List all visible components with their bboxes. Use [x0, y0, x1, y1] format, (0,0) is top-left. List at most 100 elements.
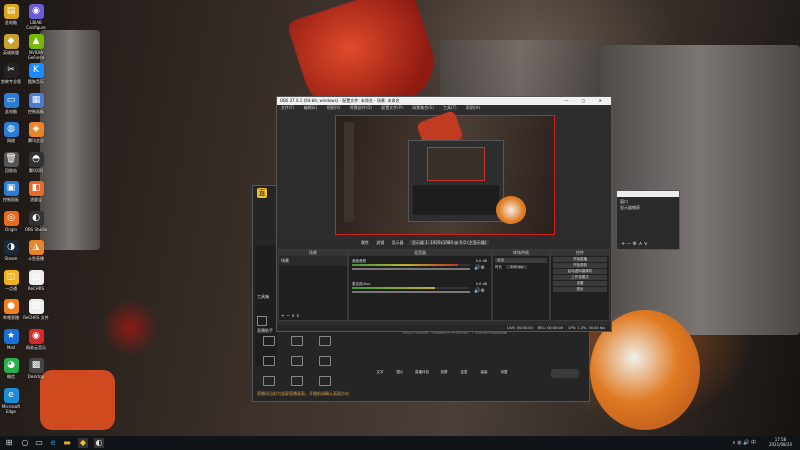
display-select[interactable]: 显示器 1: 1920x1080 @ 0,0 (主显示器)	[408, 240, 490, 245]
desktop-icon[interactable]: ◉ 网易云音乐	[22, 328, 50, 350]
desktop-icon[interactable]: K 酷狗音乐	[22, 63, 50, 84]
preview-icons-column	[344, 122, 354, 222]
file-explorer-icon[interactable]: ▬	[62, 438, 72, 448]
tool-icon-3[interactable]	[319, 336, 331, 346]
mic-mute-icon[interactable]: 🔊⚙	[474, 288, 485, 294]
virtual-camera-button[interactable]: 启动虚拟摄像机	[553, 269, 607, 274]
desktop-icon[interactable]: ▦ 控制面板	[22, 92, 50, 114]
rec-time: REC: 00:00:00	[537, 326, 563, 330]
image-button[interactable]: 图片	[393, 370, 407, 384]
search-icon[interactable]: ○	[20, 438, 30, 448]
obs-preview[interactable]	[335, 110, 555, 235]
studio-mode-button[interactable]: 工作室模式	[553, 275, 607, 280]
exit-button[interactable]: 退出	[553, 287, 607, 292]
controls-panel: 控件 开始直播 开始录制 启动虚拟摄像机 工作室模式 设置 退出	[550, 249, 610, 321]
mini-window-title	[617, 191, 679, 197]
desktop-icon[interactable]: ▨ ReCHRS 文件	[22, 299, 50, 320]
desktop-icon[interactable]: ◐ OBS Studio	[22, 210, 50, 232]
desktop-app-icon: 🗑	[3, 151, 19, 167]
desktop-app-icon: ✂	[3, 63, 19, 78]
mic-link-button[interactable]: 连麦	[457, 370, 471, 384]
desktop-icon[interactable]: ▧ ReCHRS	[22, 269, 50, 291]
menu-docks[interactable]: 停靠部件(D)	[350, 105, 372, 110]
assistant-button[interactable]: 直播伴侣	[413, 370, 431, 384]
scene-item[interactable]: 场景	[279, 256, 347, 266]
transitions-panel: 转场特效 淡出 时长 300 ms	[492, 249, 550, 321]
advanced-button[interactable]: 高级	[477, 370, 491, 384]
filters-button[interactable]: 滤镜	[376, 240, 384, 245]
desktop-icon[interactable]: ◉ LBIAB Configure	[22, 4, 50, 30]
menu-view[interactable]: 视图(V)	[327, 105, 341, 110]
menu-edit[interactable]: 编辑(E)	[304, 105, 318, 110]
live-time: LIVE: 00:00:00	[507, 326, 533, 330]
desktop-app-icon: ▨	[28, 299, 44, 314]
sidebar-tool-label[interactable]: 工具箱	[257, 294, 269, 300]
tool-icon-9[interactable]	[319, 376, 331, 386]
menu-profile[interactable]: 配置文件(P)	[381, 105, 403, 110]
preview-nested-obs	[408, 140, 504, 222]
desktop-icon[interactable]: ◧ 流量宝	[22, 181, 50, 202]
clock[interactable]: 17:58 2021/08/26	[769, 437, 792, 447]
preview-nested-canvas	[427, 147, 485, 181]
properties-button[interactable]: 属性	[361, 240, 369, 245]
go-live-button[interactable]	[551, 369, 579, 378]
start-streaming-button[interactable]: 开始直播	[553, 257, 607, 262]
text-button[interactable]: 文字	[373, 370, 387, 384]
desktop-app-icon: ▲	[28, 33, 44, 49]
camera-icon[interactable]	[257, 316, 267, 326]
obs-title: OBS 27.0.1 (64-bit, windows) - 配置文件: 未命名…	[280, 98, 400, 103]
desktop-app-icon: ▩	[28, 358, 44, 373]
obs-taskbar-icon[interactable]: ◐	[94, 438, 104, 448]
desktop-app-icon: ◕	[3, 358, 19, 373]
tray-icons[interactable]: ∧ ◍ 🔊 中	[732, 439, 756, 446]
desktop-icon[interactable]: ▩ Desktop	[22, 358, 50, 379]
mic-db: 0.0 dB	[475, 282, 487, 286]
scene-controls[interactable]: + − ∧ ∨	[281, 314, 299, 319]
mic-meter-fill	[352, 287, 435, 289]
menu-file[interactable]: 文件(F)	[281, 105, 294, 110]
task-view-icon[interactable]: ▭	[34, 438, 44, 448]
desktop-app-icon: ★	[3, 328, 19, 344]
mini-list-item-2[interactable]: 显示器捕获	[620, 205, 640, 211]
mixer-panel: 混音器 桌面音频 0.0 dB 🔊⚙ 麦克风/Aux 0.0 dB 🔊⚙	[348, 249, 492, 321]
desktop-icon[interactable]: ◈ 腾讯会议	[22, 122, 50, 143]
obs-window: OBS 27.0.1 (64-bit, windows) - 配置文件: 未命名…	[276, 96, 612, 332]
mic-slider[interactable]	[352, 291, 470, 293]
tool-icon-4[interactable]	[263, 356, 275, 366]
tool-icon-1[interactable]	[263, 336, 275, 346]
desktop-app-icon: ◎	[3, 210, 19, 226]
settings-button[interactable]: 设置	[553, 281, 607, 286]
desktop-icon[interactable]: ◓ 腾讯QQ	[22, 151, 50, 173]
desktop-app-icon: ◍	[3, 122, 19, 137]
mixer-header: 混音器	[349, 250, 491, 256]
settings-button[interactable]: 设置	[497, 370, 511, 384]
desktop-app-icon: e	[3, 387, 19, 403]
menu-tools[interactable]: 工具(T)	[443, 105, 457, 110]
mic-meter	[352, 287, 470, 289]
start-recording-button[interactable]: 开始录制	[553, 263, 607, 268]
duration-input[interactable]: 300 ms	[506, 265, 528, 269]
desktop-audio-mute-icon[interactable]: 🔊⚙	[474, 265, 485, 271]
desktop-icon[interactable]: ◮ 斗鱼直播	[22, 240, 50, 261]
desktop-audio-slider[interactable]	[352, 268, 470, 270]
tool-icon-5[interactable]	[291, 356, 303, 366]
tool-icon-2[interactable]	[291, 336, 303, 346]
tool-icon-8[interactable]	[291, 376, 303, 386]
desktop-app-icon: ◓	[28, 151, 44, 167]
transition-select[interactable]: 淡出	[495, 258, 547, 263]
windows-start-icon[interactable]: ⊞	[4, 438, 14, 448]
desktop-audio-db: 0.0 dB	[475, 259, 487, 263]
sidebar-assistant-label[interactable]: 直播助手	[257, 328, 273, 334]
cast-button[interactable]: 投屏	[437, 370, 451, 384]
live-assistant-taskbar-icon[interactable]: ◆	[78, 438, 88, 448]
edge-icon[interactable]: e	[48, 438, 58, 448]
tool-icon-6[interactable]	[319, 356, 331, 366]
desktop-icon[interactable]: e Microsoft Edge	[0, 387, 25, 414]
menu-scene-collection[interactable]: 场景集合(S)	[412, 105, 434, 110]
mini-add-icon[interactable]: + − ⚙ ∧ ∨	[621, 241, 648, 247]
tool-icon-7[interactable]	[263, 376, 275, 386]
window-controls[interactable]: — ▢ ✕	[564, 97, 608, 105]
transition-duration-row: 时长 300 ms	[495, 265, 547, 270]
menu-help[interactable]: 帮助(H)	[466, 105, 480, 110]
desktop-icon[interactable]: ▲ NVIDIA GeForce	[22, 33, 50, 60]
